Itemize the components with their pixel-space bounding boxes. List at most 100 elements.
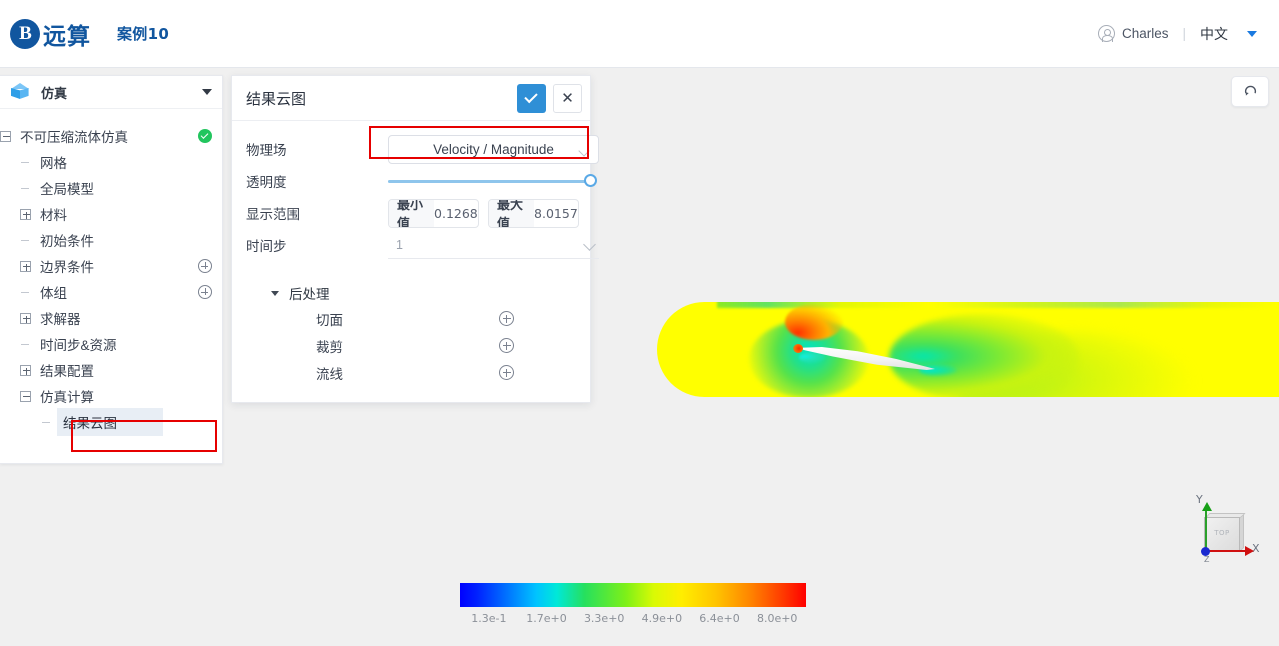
tree-branch-dash-icon [41, 417, 52, 428]
reset-rotate-icon [1244, 85, 1256, 96]
user-avatar-icon [1097, 25, 1115, 43]
max-value-input[interactable]: 8.0157 [534, 200, 578, 227]
axis-x-arrow-shaft [1206, 550, 1248, 552]
time-step-value: 1 [396, 237, 403, 252]
opacity-slider[interactable] [388, 171, 599, 191]
reset-view-button[interactable] [1231, 76, 1269, 107]
colorbar-tick: 4.9e+0 [641, 612, 683, 625]
language-label: 中文 [1200, 26, 1228, 43]
opacity-slider-knob[interactable] [584, 174, 597, 187]
caret-down-icon[interactable] [202, 89, 212, 95]
field-row-opacity: 透明度 [232, 165, 597, 197]
tree-branch-dash-icon [20, 235, 31, 246]
tree-node-boundary-conditions[interactable]: 边界条件 [0, 253, 222, 279]
min-value-field[interactable]: 最小值 0.1268 [388, 198, 480, 228]
tree-node-label: 材料 [40, 208, 67, 223]
tree-node-list: 不可压缩流体仿真 网格 全局模型 材料 初始条件 边界条件 体组 求解器 时间步… [0, 109, 222, 436]
colorbar-ticks: 1.3e-1 1.7e+0 3.3e+0 4.9e+0 6.4e+0 8.0e+… [460, 612, 806, 625]
tree-node-volume-group[interactable]: 体组 [0, 279, 222, 305]
close-icon: ✕ [561, 89, 574, 107]
post-item-streamline[interactable]: 流线 [246, 359, 590, 386]
status-ok-icon [198, 129, 212, 143]
colorbar-tick: 1.7e+0 [526, 612, 567, 625]
add-slice-icon[interactable] [499, 311, 514, 326]
expand-plus-icon[interactable] [20, 260, 31, 272]
airfoil-leading-edge-hotspot [793, 344, 803, 353]
panel-actions: ✕ [517, 83, 582, 113]
physical-field-select[interactable]: Velocity / Magnitude [388, 134, 599, 164]
panel-body: 物理场 Velocity / Magnitude 透明度 显示范围 最小值 0.… [232, 121, 599, 386]
contour-wake-core [889, 314, 1079, 397]
colorbar-tick: 6.4e+0 [699, 612, 740, 625]
logo-letter: B [19, 22, 32, 44]
post-item-label: 裁剪 [316, 339, 343, 355]
tree-branch-dash-icon [20, 183, 31, 194]
cube-icon [10, 82, 29, 102]
colorbar-tick: 8.0e+0 [756, 612, 798, 625]
time-step-label: 时间步 [246, 239, 287, 254]
field-row-time-step: 时间步 1 [232, 229, 599, 261]
min-value-input[interactable]: 0.1268 [434, 200, 478, 227]
panel-header: 结果云图 ✕ [232, 76, 590, 121]
opacity-slider-fill [388, 180, 586, 183]
tree-node-label: 仿真计算 [40, 390, 94, 405]
tree-node-label: 网格 [40, 156, 67, 171]
opacity-label: 透明度 [246, 175, 287, 190]
logo-mark-icon: B [10, 18, 40, 49]
expand-plus-icon[interactable] [20, 364, 31, 376]
tree-node-label: 结果配置 [40, 364, 94, 379]
tree-node-label: 边界条件 [40, 260, 94, 275]
user-menu[interactable]: Charles [1097, 25, 1168, 43]
expand-plus-icon[interactable] [20, 312, 31, 324]
physical-field-label: 物理场 [246, 143, 287, 158]
brand[interactable]: B 远算 案例10 [10, 17, 169, 51]
tree-node-incompressible-flow[interactable]: 不可压缩流体仿真 [0, 123, 222, 149]
tree-node-mesh[interactable]: 网格 [0, 149, 222, 175]
tree-node-result-config[interactable]: 结果配置 [0, 357, 222, 383]
language-selector[interactable]: 中文 [1200, 24, 1257, 44]
collapse-minus-icon[interactable] [20, 390, 31, 402]
header-divider: | [1182, 26, 1186, 41]
colorbar-legend: 1.3e-1 1.7e+0 3.3e+0 4.9e+0 6.4e+0 8.0e+… [460, 583, 806, 625]
chevron-down-icon [585, 240, 593, 248]
case-title: 案例10 [117, 25, 170, 43]
post-item-label: 流线 [316, 366, 343, 382]
contour-trailing-edge-band [919, 364, 957, 376]
axis-x-arrow-head [1245, 546, 1254, 556]
tree-panel-header[interactable]: 仿真 [0, 76, 222, 109]
tree-node-label: 体组 [40, 286, 67, 301]
chevron-down-icon [580, 147, 588, 155]
tree-node-global-model[interactable]: 全局模型 [0, 175, 222, 201]
add-streamline-icon[interactable] [499, 365, 514, 380]
tree-node-label: 初始条件 [40, 234, 94, 249]
field-row-display-range: 显示范围 最小值 0.1268 最大值 8.0157 [232, 197, 590, 229]
app-root: B 远算 案例10 Charles | 中文 Y X TOP Z 1.3e-1 … [0, 0, 1279, 646]
time-step-select[interactable]: 1 [388, 231, 599, 259]
add-volume-group-icon[interactable] [198, 285, 212, 299]
post-processing-header[interactable]: 后处理 [246, 281, 590, 305]
max-value-field[interactable]: 最大值 8.0157 [488, 198, 580, 228]
colorbar-tick: 1.3e-1 [471, 612, 507, 625]
post-item-slice[interactable]: 切面 [246, 305, 590, 332]
flow-field-contour [657, 302, 1279, 397]
axis-y-arrow-head [1201, 502, 1212, 511]
tree-node-label: 全局模型 [40, 182, 94, 197]
add-clip-icon[interactable] [499, 338, 514, 353]
collapse-minus-icon[interactable] [0, 130, 11, 142]
expand-plus-icon[interactable] [20, 208, 31, 220]
tree-node-initial-conditions[interactable]: 初始条件 [0, 227, 222, 253]
tree-node-solver[interactable]: 求解器 [0, 305, 222, 331]
post-item-clip[interactable]: 裁剪 [246, 332, 590, 359]
axis-cube-label: TOP [1214, 529, 1230, 537]
caret-down-icon [1247, 30, 1257, 37]
tree-node-label: 时间步&资源 [40, 338, 117, 353]
panel-title: 结果云图 [246, 90, 307, 108]
tree-node-material[interactable]: 材料 [0, 201, 222, 227]
tree-node-timestep-resources[interactable]: 时间步&资源 [0, 331, 222, 357]
close-button[interactable]: ✕ [553, 83, 582, 113]
tree-node-simulation-run[interactable]: 仿真计算 [0, 383, 222, 409]
confirm-button[interactable] [517, 83, 546, 113]
add-boundary-condition-icon[interactable] [198, 259, 212, 273]
axis-triad-widget[interactable]: Y X TOP Z [1178, 485, 1274, 575]
tree-node-result-contour[interactable]: 结果云图 [0, 408, 222, 436]
